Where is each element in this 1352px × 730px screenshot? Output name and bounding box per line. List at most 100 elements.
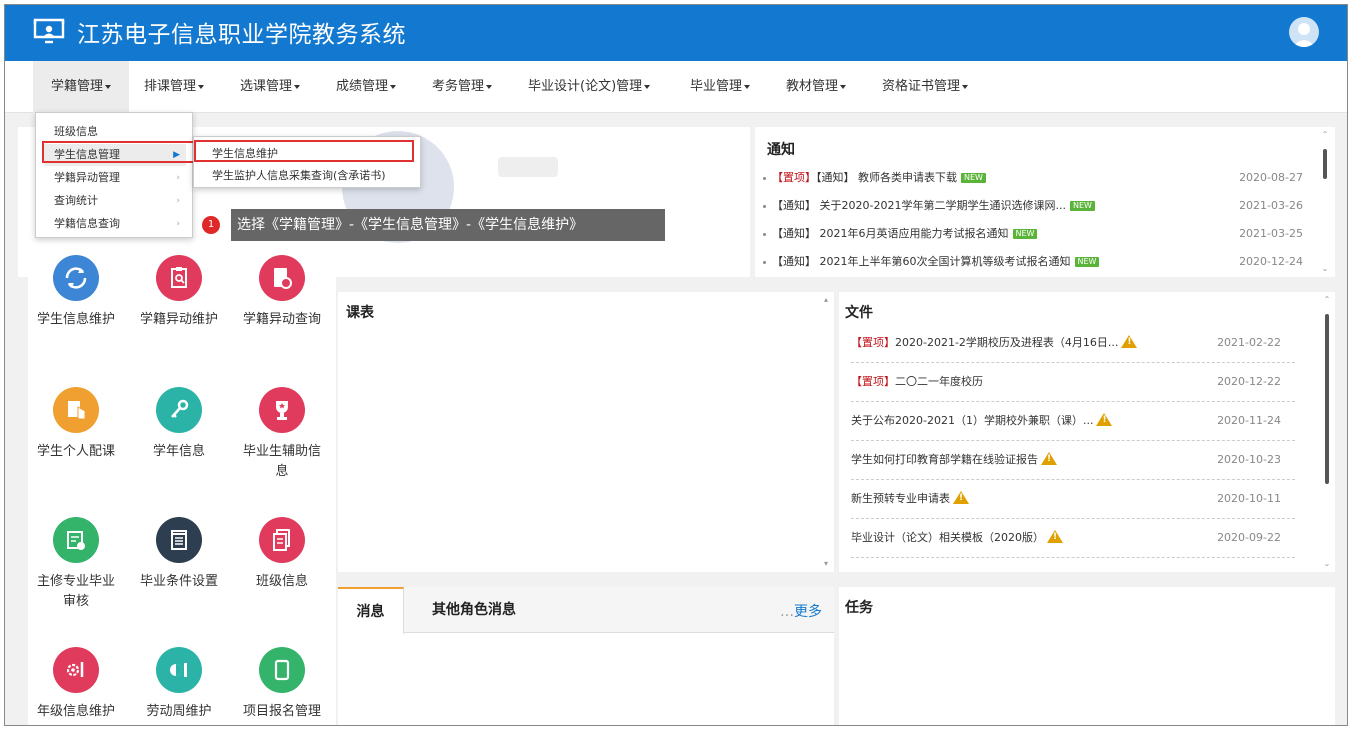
nav-student-status[interactable]: 学籍管理 [33, 61, 129, 113]
more-label: 更多 [794, 604, 822, 620]
chevron-right-icon: › [176, 219, 180, 229]
nav-scheduling[interactable]: 排课管理 [144, 61, 205, 113]
menu-item-query-statistics[interactable]: 查询统计 › [44, 190, 186, 212]
tile-school-year[interactable]: 学年信息 [131, 387, 227, 462]
guide-tooltip: 选择《学籍管理》-《学生信息管理》-《学生信息维护》 [231, 209, 665, 241]
schedule-scrollbar[interactable]: ▴ ▾ [822, 296, 830, 568]
nav-thesis[interactable]: 毕业设计(论文)管理 [528, 61, 651, 113]
tab-messages[interactable]: 消息 [338, 587, 404, 634]
caret-down-icon [962, 84, 969, 89]
tile-label: 毕业条件设置 [139, 574, 218, 589]
chevron-right-icon: › [176, 173, 180, 183]
file-item[interactable]: 关于公布2020-2021（1）学期校外兼职（课）... 2020-11-24 [851, 402, 1295, 441]
caret-down-icon [744, 84, 751, 89]
notice-item[interactable]: 【通知】 关于2020-2021学年第二学期学生通识选修课网... NEW 202… [763, 195, 1303, 217]
menu-label: 查询统计 [54, 194, 98, 207]
menu-item-status-change-management[interactable]: 学籍异动管理 › [44, 167, 186, 189]
file-item[interactable]: 毕业设计（论文）相关模板（2020版） 2020-09-22 [851, 519, 1295, 558]
notice-item[interactable]: 【通知】 2021年上半年第60次全国计算机等级考试报名通知 NEW 2020-1… [763, 251, 1303, 273]
tile-major-audit[interactable]: 主修专业毕业审核 [28, 517, 124, 612]
files-panel: 文件 【置项】2020-2021-2学期校历及进程表（4月16日... 2021… [839, 292, 1335, 572]
tasks-title: 任务 [845, 600, 873, 616]
phone-book-icon [259, 255, 305, 301]
tile-student-info[interactable]: 学生信息维护 [28, 255, 124, 330]
notice-panel: 通知 【置项】【通知】 教师各类申请表下载 NEW 2020-08-27 【通知】… [755, 127, 1335, 277]
file-date: 2020-10-11 [1217, 492, 1281, 505]
tile-graduate-info[interactable]: 毕业生辅助信息 [234, 387, 330, 482]
scroll-down-icon[interactable]: ⌄ [1321, 265, 1329, 273]
menu-label: 学籍异动管理 [54, 171, 120, 184]
nav-label: 学籍管理 [50, 79, 103, 94]
tile-project-signup[interactable]: 项目报名管理 [234, 647, 330, 722]
notice-date: 2021-03-25 [1239, 227, 1303, 240]
warning-icon [1121, 335, 1138, 348]
nav-graduation[interactable]: 毕业管理 [690, 61, 751, 113]
file-item[interactable]: 学生如何打印教育部学籍在线验证报告 2020-10-23 [851, 441, 1295, 480]
tile-graduation-condition[interactable]: 毕业条件设置 [131, 517, 227, 592]
scroll-down-icon[interactable]: ⌄ [1323, 560, 1331, 568]
tile-label: 年级信息维护 [36, 704, 115, 719]
caret-down-icon [390, 84, 397, 89]
more-dots: … [780, 604, 794, 620]
file-text: 学生如何打印教育部学籍在线验证报告 [851, 453, 1038, 466]
tile-status-query[interactable]: 学籍异动查询 [234, 255, 330, 330]
notice-tag: 【通知】 [772, 199, 816, 212]
app-title: 江苏电子信息职业学院教务系统 [77, 22, 406, 48]
notice-date: 2020-12-24 [1239, 255, 1303, 268]
notice-date: 2021-03-26 [1239, 199, 1303, 212]
scroll-thumb[interactable] [1323, 149, 1327, 179]
tile-status-change[interactable]: 学籍异动维护 [131, 255, 227, 330]
tile-personal-course[interactable]: 学生个人配课 [28, 387, 124, 462]
file-item[interactable]: 【置项】二〇二一年度校历 2020-12-22 [851, 363, 1295, 402]
notice-scrollbar[interactable]: ⌃ ⌄ [1321, 131, 1329, 273]
caret-down-icon [198, 84, 205, 89]
menu-item-class-info[interactable]: 班级信息 [44, 121, 186, 143]
notice-item[interactable]: 【置项】【通知】 教师各类申请表下载 NEW 2020-08-27 [763, 167, 1303, 189]
refresh-key-icon [53, 255, 99, 301]
nav-certificates[interactable]: 资格证书管理 [882, 61, 969, 113]
notice-text: 2021年6月英语应用能力考试报名通知 [819, 227, 1009, 240]
tile-labor-week[interactable]: 劳动周维护 [131, 647, 227, 722]
caret-down-icon [294, 84, 301, 89]
pin-tag: 【置项】 [851, 375, 895, 388]
scroll-up-icon[interactable]: ▴ [822, 296, 830, 304]
nav-grades[interactable]: 成绩管理 [336, 61, 397, 113]
scroll-down-icon[interactable]: ▾ [822, 560, 830, 568]
nav-textbooks[interactable]: 教材管理 [786, 61, 847, 113]
files-scrollbar[interactable]: ⌃ ⌄ [1323, 296, 1331, 568]
scroll-thumb[interactable] [1325, 314, 1329, 484]
tile-class-info[interactable]: 班级信息 [234, 517, 330, 592]
quick-access-panel: 学生信息维护 学籍异动维护 学籍异动查询 学生个人配课 学年信息 毕业生辅助信息… [28, 237, 336, 725]
notebook-icon [156, 517, 202, 563]
certificate-check-icon [53, 517, 99, 563]
tab-other-role-messages[interactable]: 其他角色消息 [414, 587, 534, 633]
files-title: 文件 [845, 305, 873, 321]
bullet-icon [763, 260, 766, 264]
student-status-dropdown: 班级信息 学生信息管理 ▶ 学籍异动管理 › 查询统计 › 学籍信息查询 › [35, 112, 193, 238]
notice-item[interactable]: 【通知】 2021年6月英语应用能力考试报名通知 NEW 2021-03-25 [763, 223, 1303, 245]
bullet-icon [763, 232, 766, 236]
nav-label: 选课管理 [240, 79, 293, 94]
scroll-up-icon[interactable]: ⌃ [1321, 131, 1329, 139]
caret-down-icon [105, 84, 111, 89]
nav-label: 毕业管理 [690, 79, 743, 94]
nav-label: 教材管理 [786, 79, 839, 94]
tile-grade-info[interactable]: 年级信息维护 [28, 647, 124, 722]
highlight-outline-submenu [194, 140, 414, 162]
bullet-icon [763, 204, 766, 208]
nav-course-selection[interactable]: 选课管理 [240, 61, 301, 113]
notice-tag: 【通知】 [816, 171, 855, 184]
pin-tag: 【置项】 [772, 171, 816, 184]
scroll-up-icon[interactable]: ⌃ [1323, 296, 1331, 304]
menu-item-status-info-query[interactable]: 学籍信息查询 › [44, 213, 186, 235]
menu-item-guardian-info-query[interactable]: 学生监护人信息采集查询(含承诺书) [212, 165, 386, 187]
file-date: 2020-10-23 [1217, 453, 1281, 466]
file-item[interactable]: 新生预转专业申请表 2020-10-11 [851, 480, 1295, 519]
file-date: 2020-09-22 [1217, 531, 1281, 544]
tile-label: 学籍异动查询 [242, 312, 321, 327]
nav-exams[interactable]: 考务管理 [432, 61, 493, 113]
nav-label: 排课管理 [144, 79, 197, 94]
file-item[interactable]: 【置项】2020-2021-2学期校历及进程表（4月16日... 2021-02… [851, 324, 1295, 363]
more-link[interactable]: …更多 [780, 601, 822, 621]
user-avatar[interactable] [1289, 17, 1319, 47]
